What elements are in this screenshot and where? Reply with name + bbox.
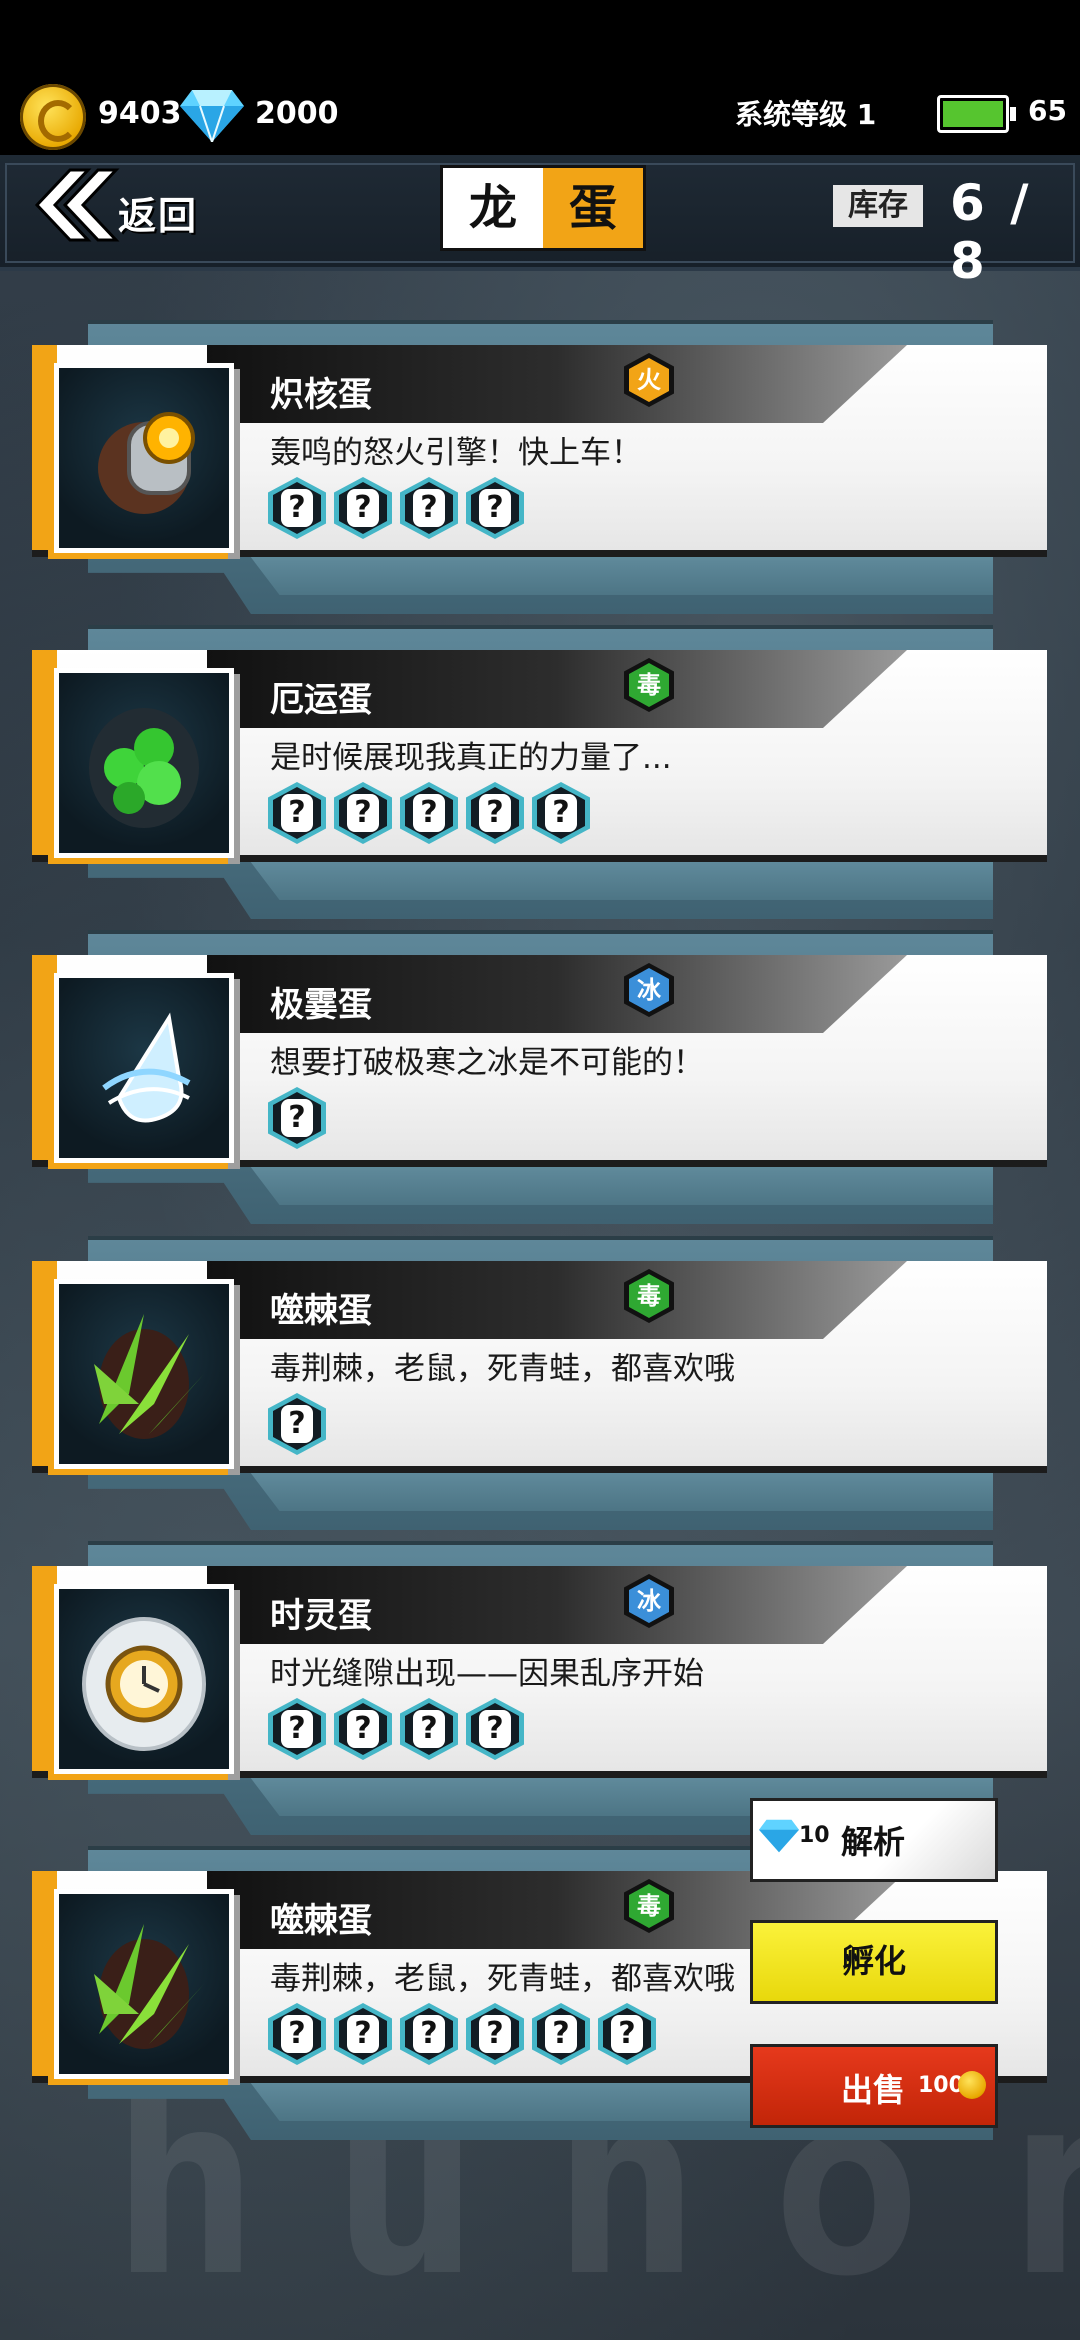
egg-description: 毒荆棘，老鼠，死青蛙，都喜欢哦: [270, 1351, 735, 1387]
system-level: 系统等级 1: [735, 98, 877, 131]
title-right: 蛋: [543, 168, 643, 248]
egg-name: 极霎蛋: [270, 985, 372, 1025]
battery-icon: [937, 95, 1016, 133]
egg-card[interactable]: 厄运蛋 毒 是时候展现我真正的力量了... ?????: [0, 625, 1080, 919]
gold-coin-icon: [958, 2071, 986, 2099]
unknown-trait-slot[interactable]: ?: [268, 1698, 326, 1760]
egg-name: 噬棘蛋: [270, 1901, 372, 1941]
egg-portrait: [54, 1584, 234, 1774]
egg-portrait: [54, 1279, 234, 1469]
clock-egg-icon: [82, 1617, 206, 1751]
doom-egg-icon: [89, 708, 199, 828]
egg-name: 时灵蛋: [270, 1596, 372, 1636]
hatch-button[interactable]: 孵化: [750, 1920, 998, 2004]
title-left: 龙: [443, 168, 543, 248]
coin-count: 9403: [98, 96, 182, 131]
egg-name: 厄运蛋: [270, 680, 372, 720]
hatch-label: 孵化: [841, 1942, 906, 1980]
unknown-trait-slot[interactable]: ?: [268, 782, 326, 844]
unknown-trait-slot[interactable]: ?: [400, 2003, 458, 2065]
element-badge: 冰: [624, 1574, 674, 1628]
stock-label: 库存: [833, 185, 923, 227]
trait-slots: ?????: [268, 782, 598, 844]
trait-slots: ?: [268, 1087, 334, 1149]
trait-slots: ??????: [268, 2003, 664, 2065]
unknown-trait-slot[interactable]: ?: [400, 477, 458, 539]
unknown-trait-slot[interactable]: ?: [268, 2003, 326, 2065]
gem-count: 2000: [255, 96, 339, 131]
trait-slots: ????: [268, 477, 532, 539]
egg-portrait: [54, 973, 234, 1163]
card-front: 炽核蛋 火 轰鸣的怒火引擎！快上车！ ????: [32, 345, 1047, 557]
ice-egg-icon: [102, 1012, 191, 1123]
page-title: 龙 蛋: [440, 165, 646, 251]
back-chevron-icon[interactable]: [30, 165, 120, 245]
battery-value: 65: [1028, 94, 1067, 127]
egg-portrait: [54, 363, 234, 553]
analyze-cost: 10: [799, 1823, 830, 1848]
gold-coin-icon: [20, 84, 86, 150]
element-badge: 冰: [624, 963, 674, 1017]
engine-egg-icon: [98, 412, 195, 514]
card-front: 时灵蛋 冰 时光缝隙出现——因果乱序开始 ????: [32, 1566, 1047, 1778]
unknown-trait-slot[interactable]: ?: [466, 2003, 524, 2065]
trait-slots: ?: [268, 1393, 334, 1455]
unknown-trait-slot[interactable]: ?: [532, 782, 590, 844]
unknown-trait-slot[interactable]: ?: [334, 477, 392, 539]
unknown-trait-slot[interactable]: ?: [466, 1698, 524, 1760]
sell-button[interactable]: 出售 100: [750, 2044, 998, 2128]
thorn-egg-icon: [94, 1924, 204, 2049]
unknown-trait-slot[interactable]: ?: [466, 477, 524, 539]
unknown-trait-slot[interactable]: ?: [400, 1698, 458, 1760]
unknown-trait-slot[interactable]: ?: [598, 2003, 656, 2065]
unknown-trait-slot[interactable]: ?: [334, 1698, 392, 1760]
diamond-icon: [759, 1819, 799, 1853]
egg-card[interactable]: 炽核蛋 火 轰鸣的怒火引擎！快上车！ ????: [0, 320, 1080, 614]
egg-description: 时光缝隙出现——因果乱序开始: [270, 1656, 704, 1692]
element-badge: 毒: [624, 1879, 674, 1933]
sell-label: 出售: [841, 2071, 906, 2109]
element-badge: 火: [624, 353, 674, 407]
egg-description: 轰鸣的怒火引擎！快上车！: [270, 435, 642, 471]
card-front: 极霎蛋 冰 想要打破极寒之冰是不可能的！ ?: [32, 955, 1047, 1167]
unknown-trait-slot[interactable]: ?: [268, 1393, 326, 1455]
status-bar: [0, 0, 1080, 155]
egg-portrait: [54, 1889, 234, 2079]
unknown-trait-slot[interactable]: ?: [532, 2003, 590, 2065]
diamond-icon: [180, 90, 244, 142]
egg-name: 炽核蛋: [270, 375, 372, 415]
egg-card[interactable]: 时灵蛋 冰 时光缝隙出现——因果乱序开始 ????: [0, 1541, 1080, 1835]
card-front: 厄运蛋 毒 是时候展现我真正的力量了... ?????: [32, 650, 1047, 862]
egg-description: 想要打破极寒之冰是不可能的！: [270, 1045, 704, 1081]
egg-card[interactable]: 极霎蛋 冰 想要打破极寒之冰是不可能的！ ?: [0, 930, 1080, 1224]
egg-name: 噬棘蛋: [270, 1291, 372, 1331]
thorn-egg-icon: [94, 1314, 204, 1439]
unknown-trait-slot[interactable]: ?: [268, 477, 326, 539]
egg-description: 是时候展现我真正的力量了...: [270, 740, 672, 776]
unknown-trait-slot[interactable]: ?: [466, 782, 524, 844]
analyze-button[interactable]: 10 解析: [750, 1798, 998, 1882]
egg-card[interactable]: 噬棘蛋 毒 毒荆棘，老鼠，死青蛙，都喜欢哦 ?: [0, 1236, 1080, 1530]
element-badge: 毒: [624, 658, 674, 712]
stock-value: 6 / 8: [950, 174, 1033, 290]
element-badge: 毒: [624, 1269, 674, 1323]
unknown-trait-slot[interactable]: ?: [400, 782, 458, 844]
unknown-trait-slot[interactable]: ?: [268, 1087, 326, 1149]
card-front: 噬棘蛋 毒 毒荆棘，老鼠，死青蛙，都喜欢哦 ?: [32, 1261, 1047, 1473]
unknown-trait-slot[interactable]: ?: [334, 2003, 392, 2065]
unknown-trait-slot[interactable]: ?: [334, 782, 392, 844]
analyze-label: 解析: [841, 1823, 906, 1861]
egg-portrait: [54, 668, 234, 858]
egg-description: 毒荆棘，老鼠，死青蛙，都喜欢哦: [270, 1961, 735, 1997]
trait-slots: ????: [268, 1698, 532, 1760]
back-button[interactable]: 返回: [118, 185, 198, 240]
